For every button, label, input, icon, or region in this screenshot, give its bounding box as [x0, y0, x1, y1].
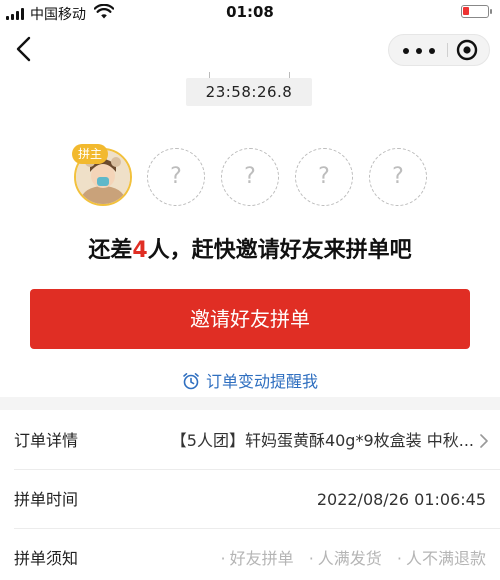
section-divider: [0, 397, 500, 410]
group-notice-row[interactable]: 拼单须知 好友拼单 人满发货 人不满退款: [0, 530, 500, 580]
battery-icon: [461, 5, 492, 18]
host-badge: 拼主: [72, 144, 108, 164]
notice-tags: 好友拼单 人满发货 人不满退款: [210, 530, 486, 580]
mini-program-close-icon: [456, 39, 478, 61]
empty-slot[interactable]: ?: [221, 148, 279, 206]
invite-friends-button[interactable]: 邀请好友拼单: [30, 289, 470, 349]
reminder-label: 订单变动提醒我: [205, 372, 318, 391]
empty-slot[interactable]: ?: [147, 148, 205, 206]
remaining-count: 4: [132, 238, 148, 263]
more-dots-icon: [403, 48, 409, 54]
group-members: 拼主 ? ? ? ?: [0, 144, 500, 210]
close-button[interactable]: [453, 37, 481, 63]
group-notice-label: 拼单须知: [14, 549, 79, 568]
chevron-right-icon: [480, 434, 488, 448]
empty-slot[interactable]: ?: [295, 148, 353, 206]
notice-tag: 人不满退款: [397, 549, 486, 568]
nav-bar: [0, 26, 500, 76]
capsule-divider: [447, 43, 448, 57]
mini-program-capsule: [388, 34, 490, 66]
empty-slot[interactable]: ?: [369, 148, 427, 206]
countdown-timer: 23:58:26.8: [186, 78, 312, 106]
group-time-value: 2022/08/26 01:06:45: [316, 490, 486, 509]
back-arrow-icon: [16, 36, 31, 62]
status-bar: 中国移动 01:08: [0, 0, 500, 26]
status-time: 01:08: [226, 3, 274, 21]
headline-prefix: 还差: [88, 238, 133, 263]
notice-tag: 好友拼单: [220, 549, 293, 568]
headline-suffix: 人，赶快邀请好友来拼单吧: [147, 238, 412, 263]
group-time-label: 拼单时间: [14, 490, 79, 509]
group-time-row: 拼单时间 2022/08/26 01:06:45: [0, 471, 500, 529]
order-detail-value: 【5人团】轩妈蛋黄酥40g*9枚盒装 中秋...: [170, 431, 474, 450]
notice-tag: 人满发货: [309, 549, 382, 568]
alarm-clock-icon: [183, 373, 199, 390]
order-detail-row[interactable]: 订单详情 【5人团】轩妈蛋黄酥40g*9枚盒装 中秋...: [0, 412, 500, 470]
countdown-area: 23:58:26.8: [0, 72, 500, 108]
more-button[interactable]: [399, 35, 443, 65]
remaining-headline: 还差4人，赶快邀请好友来拼单吧: [0, 232, 500, 264]
back-button[interactable]: [10, 32, 40, 66]
order-reminder-link[interactable]: 订单变动提醒我: [0, 368, 500, 392]
order-detail-label: 订单详情: [14, 431, 79, 450]
